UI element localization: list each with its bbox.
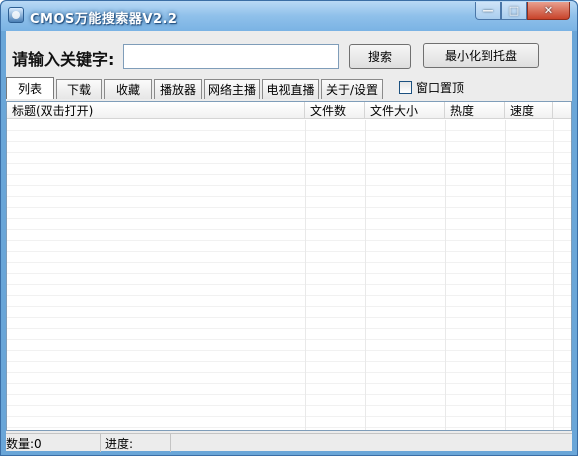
- tab-list[interactable]: 列表: [6, 77, 54, 99]
- column-title[interactable]: 标题(双击打开): [7, 102, 305, 119]
- table-body[interactable]: [7, 120, 571, 430]
- tab-favorites[interactable]: 收藏: [104, 79, 152, 99]
- status-progress: 进度:: [101, 434, 171, 452]
- column-divider: [365, 120, 366, 430]
- title-bar[interactable]: CMOS万能搜索器V2.2 — □ ✕: [1, 1, 577, 31]
- column-extra[interactable]: [553, 102, 571, 119]
- minimize-button[interactable]: —: [475, 2, 501, 20]
- keyword-input[interactable]: [123, 44, 339, 69]
- window-title: CMOS万能搜索器V2.2: [30, 12, 178, 27]
- column-popularity[interactable]: 热度: [445, 102, 505, 119]
- table-header: 标题(双击打开) 文件数 文件大小 热度 速度: [7, 102, 571, 119]
- maximize-icon: □: [508, 4, 520, 17]
- column-divider: [445, 120, 446, 430]
- column-divider: [505, 120, 506, 430]
- close-icon: ✕: [543, 4, 554, 17]
- keyword-label: 请输入关键字:: [12, 50, 115, 69]
- minimize-icon: —: [482, 4, 494, 17]
- tab-download[interactable]: 下载: [56, 79, 102, 99]
- tab-live-streamers[interactable]: 网络主播: [204, 79, 260, 99]
- status-count: 数量:0: [6, 434, 101, 452]
- tab-bar: 列表 下载 收藏 播放器 网络主播 电视直播 关于/设置: [6, 77, 385, 99]
- column-file-size[interactable]: 文件大小: [365, 102, 445, 119]
- tab-about-settings[interactable]: 关于/设置: [321, 79, 383, 99]
- column-divider: [305, 120, 306, 430]
- stay-on-top-label: 窗口置顶: [416, 81, 465, 95]
- tab-tv-live[interactable]: 电视直播: [262, 79, 319, 99]
- close-button[interactable]: ✕: [527, 2, 570, 20]
- column-file-count[interactable]: 文件数: [305, 102, 365, 119]
- tab-player[interactable]: 播放器: [154, 79, 202, 99]
- minimize-to-tray-button[interactable]: 最小化到托盘: [423, 43, 539, 68]
- app-icon: [8, 7, 24, 23]
- status-bar: 数量:0 进度:: [6, 433, 572, 452]
- column-speed[interactable]: 速度: [505, 102, 553, 119]
- search-button[interactable]: 搜索: [349, 44, 411, 69]
- maximize-button[interactable]: □: [501, 2, 527, 20]
- status-empty: [171, 434, 572, 452]
- results-table: 标题(双击打开) 文件数 文件大小 热度 速度: [6, 101, 572, 431]
- column-divider: [553, 120, 554, 430]
- stay-on-top-option[interactable]: 窗口置顶: [399, 79, 464, 96]
- caption-buttons: — □ ✕: [475, 2, 570, 20]
- client-area: 请输入关键字: 搜索 最小化到托盘 列表 下载 收藏 播放器 网络主播 电视直播…: [6, 31, 572, 452]
- app-window: CMOS万能搜索器V2.2 — □ ✕ 请输入关键字: 搜索 最小化到托盘 列表…: [0, 0, 578, 456]
- stay-on-top-checkbox[interactable]: [399, 81, 412, 94]
